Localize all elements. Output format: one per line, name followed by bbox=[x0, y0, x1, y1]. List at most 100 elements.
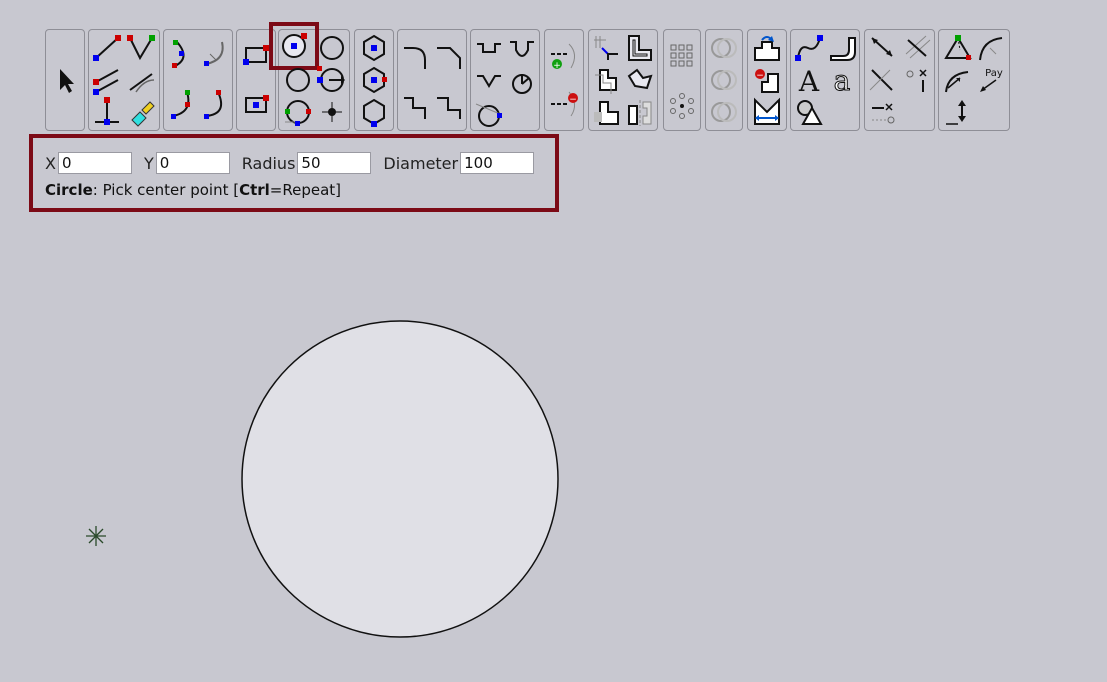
select-tool[interactable] bbox=[49, 64, 83, 96]
trim-marker-tool[interactable] bbox=[124, 96, 158, 128]
dimension-linear-icon bbox=[871, 37, 893, 57]
circle-tan-tan-icon bbox=[285, 100, 311, 126]
arc-start-end-tool[interactable] bbox=[165, 88, 199, 120]
chamfer-tool[interactable] bbox=[399, 90, 433, 122]
pay-label-icon: Pay bbox=[980, 68, 1003, 92]
radius-input[interactable] bbox=[297, 152, 372, 174]
remove-node-tool[interactable]: − bbox=[547, 88, 581, 120]
profile-dimension-icon bbox=[754, 97, 780, 125]
dimension-center-tool[interactable] bbox=[866, 96, 900, 128]
slot-tool[interactable] bbox=[472, 34, 506, 66]
grid-array-tool[interactable] bbox=[665, 40, 699, 72]
svg-text:−: − bbox=[569, 95, 577, 105]
arc-tangent-tool[interactable] bbox=[198, 88, 232, 120]
perpendicular-line-tool[interactable] bbox=[90, 96, 124, 128]
add-node-icon: + bbox=[551, 43, 575, 71]
diameter-input[interactable] bbox=[460, 152, 535, 174]
measure-arc-tool[interactable] bbox=[974, 32, 1008, 64]
spline-icon bbox=[795, 35, 823, 61]
profile-remove-tool[interactable]: − bbox=[750, 64, 784, 96]
fillet-angled-tool[interactable] bbox=[432, 40, 466, 72]
text-outline-tool[interactable]: a bbox=[825, 64, 859, 98]
profile-remove-icon: − bbox=[755, 69, 779, 93]
toolbar-group-lines bbox=[88, 29, 160, 131]
fillet-tool[interactable] bbox=[399, 40, 433, 72]
trim-tool[interactable] bbox=[590, 32, 624, 64]
tangent-line-tool[interactable] bbox=[124, 64, 158, 96]
pay-label-text: Pay bbox=[985, 68, 1003, 79]
dimension-aligned-tool[interactable] bbox=[900, 32, 934, 64]
point-tool[interactable] bbox=[315, 96, 349, 128]
toolbar-group-select bbox=[45, 29, 85, 131]
circle-tan-tan-tool[interactable] bbox=[281, 96, 315, 128]
circle-center-radius-tool[interactable] bbox=[269, 22, 319, 70]
measure-arc-icon bbox=[979, 37, 1003, 61]
point-icon bbox=[322, 102, 342, 122]
slot-round-icon bbox=[510, 41, 534, 57]
arc-start-end-icon bbox=[171, 90, 190, 119]
shape-library-tool[interactable] bbox=[792, 96, 826, 128]
dimension-node-tool[interactable] bbox=[900, 64, 934, 96]
svg-text:+: + bbox=[553, 61, 561, 71]
measure-height-tool[interactable] bbox=[940, 96, 974, 128]
rectangle-center-tool[interactable] bbox=[239, 90, 273, 122]
union-tool[interactable] bbox=[707, 32, 741, 64]
parallel-line-tool[interactable] bbox=[90, 64, 124, 96]
circle-cut-icon bbox=[475, 103, 502, 127]
measure-triangle-tool[interactable] bbox=[940, 32, 974, 64]
fillet-angled-icon bbox=[437, 47, 461, 69]
keyhole-tool[interactable] bbox=[505, 66, 539, 98]
arc-3pt-tool[interactable] bbox=[165, 38, 199, 70]
hexagon-vertex-tool[interactable] bbox=[357, 32, 391, 64]
offset-rotate-tool[interactable] bbox=[623, 64, 657, 96]
command-hint: Circle: Pick center point [Ctrl=Repeat] bbox=[45, 181, 341, 199]
offset-outline-tool[interactable] bbox=[590, 64, 624, 96]
offset-copy-icon bbox=[594, 101, 619, 125]
v-notch-tool[interactable] bbox=[472, 66, 506, 98]
circle-properties-panel: X Y Radius Diameter Circle: Pick center … bbox=[29, 134, 559, 212]
line-tool[interactable] bbox=[90, 32, 124, 64]
toolbar-group-slots bbox=[470, 29, 540, 131]
rectangle-corner-tool[interactable] bbox=[239, 40, 273, 72]
mirror-tool[interactable] bbox=[623, 96, 657, 128]
hexagon-center-tool[interactable] bbox=[357, 64, 391, 96]
y-input[interactable] bbox=[155, 152, 230, 174]
offset-copy-tool[interactable] bbox=[590, 96, 624, 128]
add-node-tool[interactable]: + bbox=[547, 40, 581, 72]
toolbar-group-offset bbox=[588, 29, 658, 131]
arc-3pt-icon bbox=[172, 40, 185, 68]
x-input[interactable] bbox=[57, 152, 132, 174]
pipe-tool[interactable] bbox=[825, 32, 859, 64]
slot-icon bbox=[477, 43, 501, 53]
line-angle-tool[interactable] bbox=[124, 32, 158, 64]
svg-text:a: a bbox=[834, 64, 851, 97]
circular-array-tool[interactable] bbox=[665, 90, 699, 122]
dimension-linear-tool[interactable] bbox=[866, 32, 900, 64]
arc-center-tool[interactable] bbox=[198, 38, 232, 70]
dimension-angle-tool[interactable] bbox=[866, 64, 900, 96]
parallel-line-icon bbox=[93, 69, 119, 95]
text-tool[interactable]: A bbox=[792, 64, 826, 98]
pay-label-tool[interactable]: Pay bbox=[974, 64, 1008, 96]
trim-icon bbox=[594, 36, 618, 60]
slot-round-tool[interactable] bbox=[505, 34, 539, 66]
circle-2pt-tool[interactable] bbox=[315, 32, 349, 64]
circle-3pt-tool[interactable] bbox=[281, 64, 315, 96]
grid-array-icon bbox=[670, 44, 693, 67]
circle-tangent-tool[interactable] bbox=[315, 64, 349, 96]
fillet-icon bbox=[404, 47, 426, 69]
hexagon-inscribed-tool[interactable] bbox=[357, 96, 391, 128]
chamfer-step-tool[interactable] bbox=[432, 90, 466, 122]
profile-dimension-tool[interactable] bbox=[750, 96, 784, 128]
offset-tool[interactable] bbox=[623, 32, 657, 64]
toolbar-group-text: A a bbox=[790, 29, 860, 131]
circle-cut-tool[interactable] bbox=[472, 98, 506, 130]
measure-angle-tool[interactable] bbox=[940, 64, 974, 96]
subtract-tool[interactable] bbox=[707, 96, 741, 128]
drawn-circle[interactable] bbox=[241, 320, 559, 638]
profile-add-tool[interactable] bbox=[750, 32, 784, 64]
toolbar-group-circles bbox=[269, 22, 350, 131]
intersect-tool[interactable] bbox=[707, 64, 741, 96]
spline-tool[interactable] bbox=[792, 32, 826, 64]
offset-rotate-icon bbox=[627, 68, 653, 90]
